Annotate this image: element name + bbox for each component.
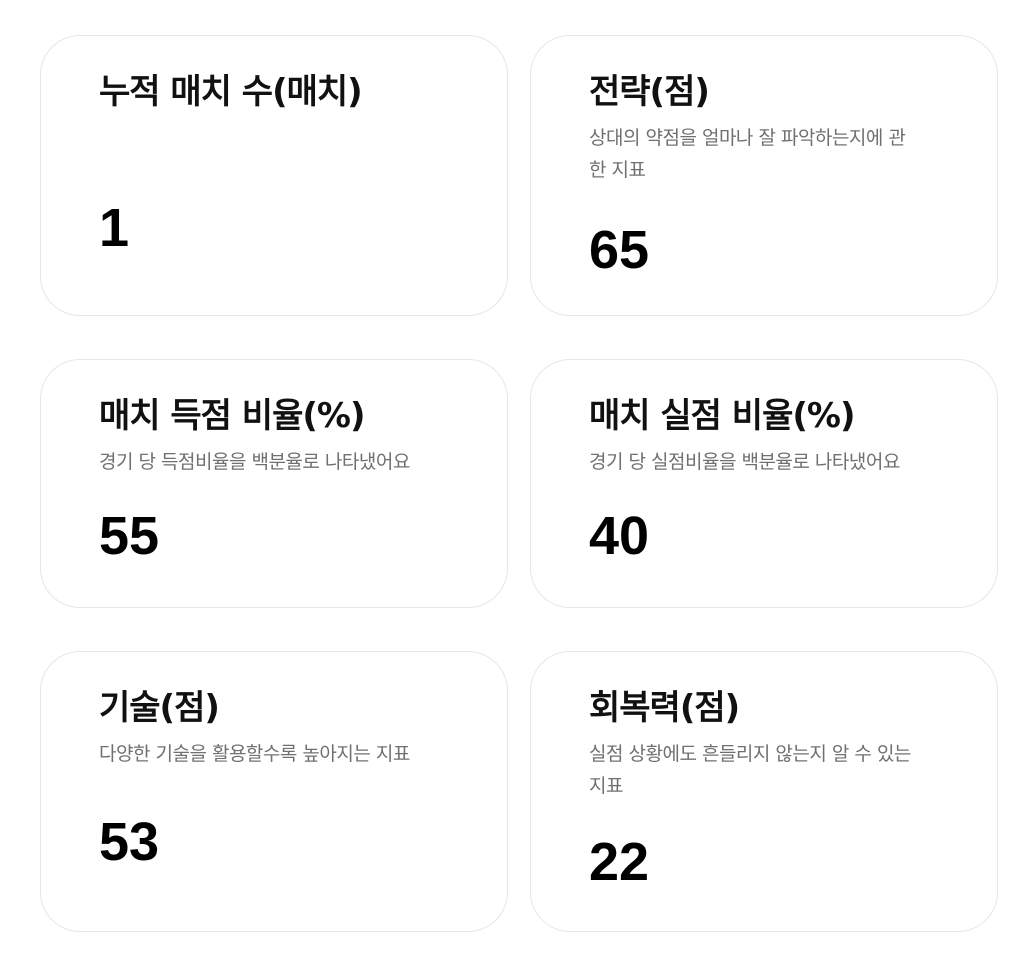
stat-card-strategy: 전략(점) 상대의 약점을 얼마나 잘 파악하는지에 관한 지표 65 bbox=[530, 35, 998, 316]
stat-card-value: 22 bbox=[589, 832, 650, 892]
stat-card-title: 회복력(점) bbox=[589, 688, 740, 728]
stat-card-technique: 기술(점) 다양한 기술을 활용할수록 높아지는 지표 53 bbox=[40, 651, 508, 932]
stat-card-title: 매치 실점 비율(%) bbox=[589, 396, 855, 436]
stat-card-scoring-rate: 매치 득점 비율(%) 경기 당 득점비율을 백분율로 나타냈어요 55 bbox=[40, 359, 508, 608]
stat-card-conceded-rate: 매치 실점 비율(%) 경기 당 실점비율을 백분율로 나타냈어요 40 bbox=[530, 359, 998, 608]
stat-card-description: 경기 당 득점비율을 백분율로 나타냈어요 bbox=[99, 451, 410, 473]
stat-card-description: 실점 상황에도 흔들리지 않는지 알 수 있는 지표 bbox=[589, 743, 911, 797]
stat-card-description: 다양한 기술을 활용할수록 높아지는 지표 bbox=[99, 743, 410, 765]
stat-card-value: 55 bbox=[99, 506, 160, 566]
stat-card-resilience: 회복력(점) 실점 상황에도 흔들리지 않는지 알 수 있는 지표 22 bbox=[530, 651, 998, 932]
stat-card-value: 40 bbox=[589, 506, 650, 566]
stat-card-value: 1 bbox=[99, 198, 130, 258]
stat-card-title: 기술(점) bbox=[99, 688, 220, 728]
stat-card-description: 경기 당 실점비율을 백분율로 나타냈어요 bbox=[589, 451, 900, 473]
stat-card-title: 전략(점) bbox=[589, 72, 710, 112]
stat-card-title: 누적 매치 수(매치) bbox=[99, 72, 363, 112]
stat-card-value: 53 bbox=[99, 812, 160, 872]
stat-card-value: 65 bbox=[589, 220, 650, 280]
stat-card-total-matches: 누적 매치 수(매치) 1 bbox=[40, 35, 508, 316]
stat-card-title: 매치 득점 비율(%) bbox=[99, 396, 365, 436]
stat-card-description: 상대의 약점을 얼마나 잘 파악하는지에 관한 지표 bbox=[589, 127, 906, 181]
